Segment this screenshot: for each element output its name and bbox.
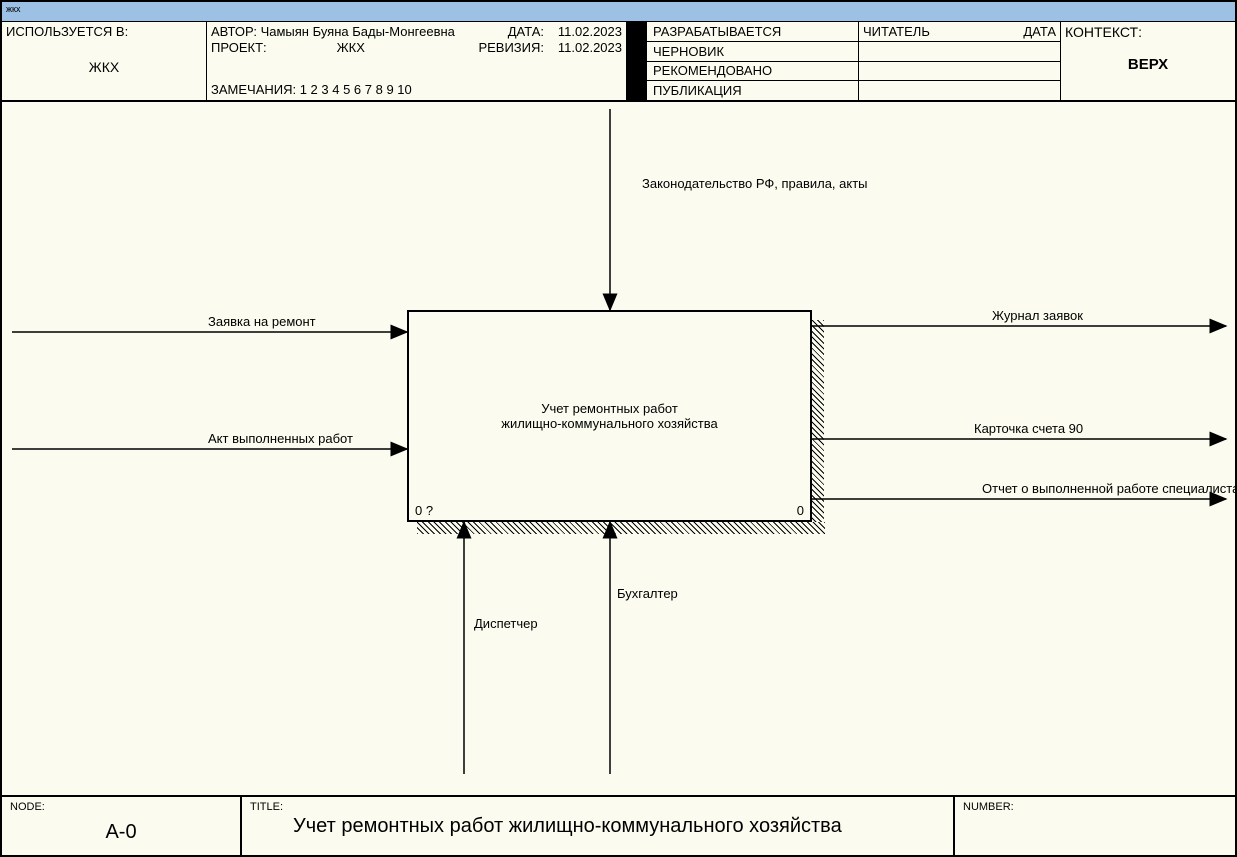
header: ИСПОЛЬЗУЕТСЯ В: ЖКХ АВТОР: Чамыян Буяна … (2, 22, 1235, 102)
control-label: Законодательство РФ, правила, акты (642, 176, 868, 191)
diagram-canvas: Учет ремонтных работ жилищно-коммунально… (2, 104, 1235, 793)
output-label: Журнал заявок (992, 308, 1083, 323)
context-label: КОНТЕКСТ: (1065, 24, 1231, 40)
header-meta: АВТОР: Чамыян Буяна Бады-Монгеевна ДАТА:… (207, 22, 627, 100)
reader-label: ЧИТАТЕЛЬ (863, 24, 930, 39)
footer-title-value: Учет ремонтных работ жилищно-коммунально… (293, 815, 842, 838)
date-value: 11.02.2023 (544, 24, 622, 39)
revision-label: РЕВИЗИЯ: (478, 40, 544, 55)
window-title-text: жкх (6, 4, 20, 14)
footer: NODE: A-0 TITLE: Учет ремонтных работ жи… (2, 795, 1235, 855)
input-label: Акт выполненных работ (208, 431, 353, 446)
project-value: ЖКХ (337, 40, 365, 55)
usedat-value: ЖКХ (6, 59, 202, 75)
status-row: ПУБЛИКАЦИЯ (647, 81, 858, 100)
reader-row (859, 42, 1060, 62)
footer-number-label: NUMBER: (963, 801, 1227, 813)
reader-date-label: ДАТА (1023, 24, 1056, 39)
header-reader: ЧИТАТЕЛЬ ДАТА (859, 22, 1061, 100)
status-row: РАЗРАБАТЫВАЕТСЯ (647, 22, 858, 42)
footer-title: TITLE: Учет ремонтных работ жилищно-комм… (242, 797, 955, 855)
footer-number: NUMBER: (955, 797, 1235, 855)
footer-node: NODE: A-0 (2, 797, 242, 855)
date-label: ДАТА: (508, 24, 544, 39)
frame: жкх ИСПОЛЬЗУЕТСЯ В: ЖКХ АВТОР: Чамыян Бу… (0, 0, 1237, 857)
header-context: КОНТЕКСТ: ВЕРХ (1061, 22, 1235, 100)
footer-node-label: NODE: (10, 801, 232, 813)
header-status: РАЗРАБАТЫВАЕТСЯ ЧЕРНОВИК РЕКОМЕНДОВАНО П… (647, 22, 859, 100)
revision-value: 11.02.2023 (544, 40, 622, 55)
notes-label: ЗАМЕЧАНИЯ: (211, 82, 296, 97)
header-blackbox (627, 22, 647, 100)
input-label: Заявка на ремонт (208, 314, 316, 329)
status-row: РЕКОМЕНДОВАНО (647, 62, 858, 82)
header-usedat: ИСПОЛЬЗУЕТСЯ В: ЖКХ (2, 22, 207, 100)
context-value: ВЕРХ (1065, 56, 1231, 73)
footer-node-value: A-0 (10, 821, 232, 844)
output-label: Отчет о выполненной работе специалиста (982, 481, 1235, 496)
status-row: ЧЕРНОВИК (647, 42, 858, 62)
notes-value: 1 2 3 4 5 6 7 8 9 10 (300, 82, 412, 97)
reader-row (859, 62, 1060, 82)
reader-row (859, 81, 1060, 100)
author-label: АВТОР: (211, 24, 257, 39)
project-label: ПРОЕКТ: (211, 40, 267, 55)
window-titlebar: жкх (2, 2, 1235, 22)
diagram-arrows (2, 104, 1235, 793)
footer-title-label: TITLE: (250, 801, 283, 813)
author-value: Чамыян Буяна Бады-Монгеевна (261, 24, 455, 39)
output-label: Карточка счета 90 (974, 421, 1083, 436)
mechanism-label: Диспетчер (474, 616, 538, 631)
mechanism-label: Бухгалтер (617, 586, 678, 601)
usedat-label: ИСПОЛЬЗУЕТСЯ В: (6, 24, 202, 39)
